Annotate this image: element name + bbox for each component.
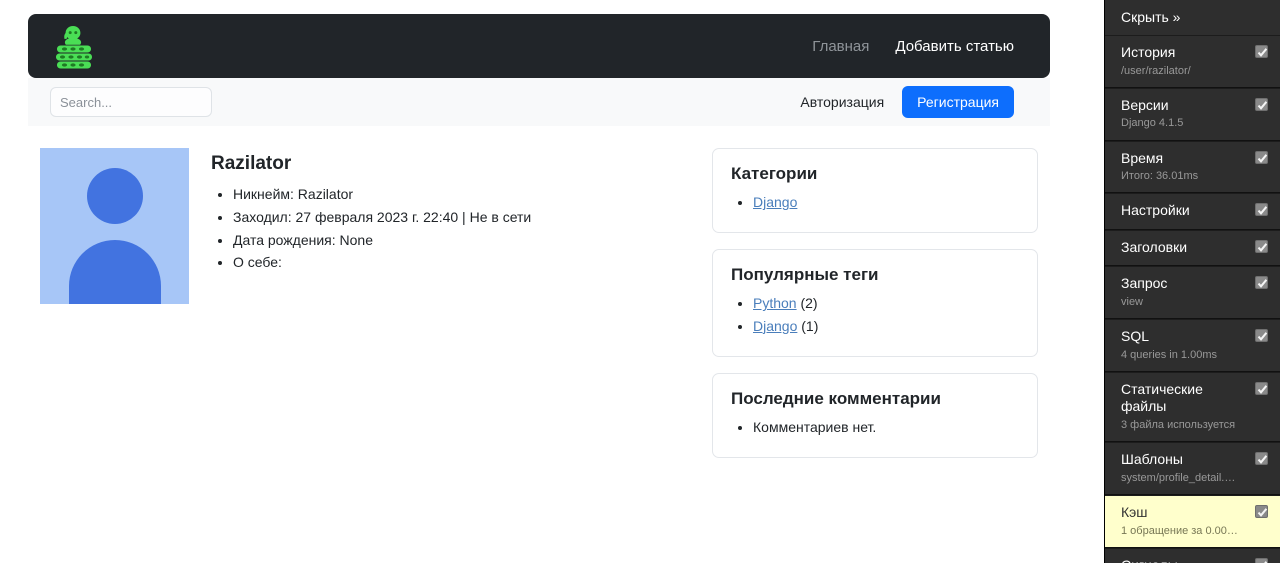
popular-tags-title: Популярные теги [731, 265, 879, 285]
tag-count-python: (2) [800, 295, 818, 312]
toolbar-panel-checkbox[interactable] [1255, 203, 1268, 217]
list-item: Никнейм: Razilator [233, 185, 531, 205]
toolbar-panel-label: Настройки [1121, 202, 1190, 219]
snake-logo-icon[interactable] [48, 20, 100, 72]
page-root: Главная Добавить статью Авторизация Реги… [0, 0, 1280, 563]
recent-comments-list: Комментариев нет. [731, 417, 1019, 437]
toolbar-panel-checkbox[interactable] [1255, 276, 1268, 290]
profile-details: Razilator Никнейм: Razilator Заходил: 27… [211, 148, 531, 474]
list-item: О себе: [233, 253, 531, 273]
profile-column: Razilator Никнейм: Razilator Заходил: 27… [28, 148, 712, 474]
nav-link-add-article[interactable]: Добавить статью [895, 38, 1014, 55]
categories-list: Django [731, 192, 1019, 212]
toolbar-panel-10[interactable]: Кэш 1 обращение за 0.00ms [1105, 495, 1280, 548]
toolbar-panel-3[interactable]: Время Итого: 36.01ms [1105, 140, 1280, 194]
toolbar-panel-label: Кэш [1121, 504, 1148, 521]
tag-count-django: (1) [801, 317, 819, 334]
toolbar-panel-sublabel: /user/razilator/ [1121, 64, 1191, 77]
toolbar-hide-button[interactable]: Скрыть » [1105, 0, 1280, 35]
avatar-head-shape [86, 168, 143, 224]
content-area: Razilator Никнейм: Razilator Заходил: 27… [28, 148, 1050, 474]
toolbar-panel-4[interactable]: Настройки [1105, 193, 1280, 230]
tag-link-django[interactable]: Django [753, 318, 797, 334]
login-link[interactable]: Авторизация [800, 94, 884, 110]
toolbar-panel-list: История/user/razilator/Версии Django 4.1.… [1105, 35, 1280, 563]
toolbar-panel-sublabel: system/profile_detail.html [1121, 471, 1246, 484]
toolbar-panel-sublabel: 1 обращение за 0.00ms [1121, 524, 1242, 537]
list-item: Django (1) [753, 316, 1019, 336]
toolbar-panel-label: Время [1121, 149, 1164, 166]
register-button[interactable]: Регистрация [902, 86, 1014, 118]
toolbar-panel-11[interactable]: Сигналы41 получатель 15 сигнала(ов) [1105, 547, 1280, 563]
search-auth-bar: Авторизация Регистрация [28, 78, 1050, 126]
toolbar-panel-label: История [1121, 44, 1176, 60]
profile-info-list: Никнейм: Razilator Заходил: 27 февраля 2… [211, 185, 531, 274]
toolbar-panel-5[interactable]: Заголовки [1105, 229, 1280, 267]
avatar-body-shape [68, 240, 161, 304]
navbar: Главная Добавить статью [28, 14, 1050, 78]
toolbar-panel-checkbox[interactable] [1255, 239, 1268, 253]
toolbar-panel-label: Заголовки [1121, 238, 1188, 255]
tag-link-python[interactable]: Python [753, 295, 797, 311]
default-user-avatar [40, 148, 189, 304]
category-link-django[interactable]: Django [753, 194, 797, 210]
django-debug-toolbar: Скрыть » История/user/razilator/Версии Dj… [1104, 0, 1280, 563]
toolbar-panel-1[interactable]: История/user/razilator/ [1105, 35, 1280, 88]
list-item: Комментариев нет. [753, 417, 1019, 437]
toolbar-panel-label: SQL [1121, 328, 1150, 345]
toolbar-panel-8[interactable]: Статические файлы 3 файла используется [1105, 371, 1280, 443]
toolbar-panel-2[interactable]: Версии Django 4.1.5 [1105, 87, 1280, 141]
list-item: Дата рождения: None [233, 231, 531, 251]
recent-comments-title: Последние комментарии [731, 388, 941, 408]
toolbar-panel-7[interactable]: SQL 4 queries in 1.00ms [1105, 319, 1280, 372]
toolbar-panel-sublabel: 4 queries in 1.00ms [1121, 348, 1217, 361]
recent-comments-card: Последние комментарии Комментариев нет. [712, 372, 1038, 459]
list-item: Python (2) [753, 293, 1019, 313]
list-item: Django [753, 192, 1019, 212]
nav-link-home[interactable]: Главная [812, 38, 869, 55]
site-container: Главная Добавить статью Авторизация Реги… [28, 14, 1050, 474]
toolbar-panel-label: Запрос [1121, 275, 1168, 292]
page-title: Razilator [211, 153, 292, 174]
toolbar-panel-label: Статические файлы [1121, 380, 1203, 415]
popular-tags-list: Python (2) Django (1) [731, 293, 1019, 336]
toolbar-panel-checkbox[interactable] [1255, 557, 1268, 563]
navbar-links: Главная Добавить статью [812, 38, 1014, 55]
popular-tags-card: Популярные теги Python (2) Django (1) [712, 249, 1038, 357]
toolbar-panel-9[interactable]: Шаблоны system/profile_detail.html [1105, 442, 1280, 496]
sidebar-column: Категории Django Популярные теги Python … [712, 148, 1038, 474]
toolbar-panel-label: Версии [1121, 96, 1169, 113]
categories-title: Категории [731, 164, 818, 183]
toolbar-panel-checkbox[interactable] [1255, 150, 1268, 164]
toolbar-panel-label: Шаблоны [1121, 451, 1183, 468]
toolbar-panel-sublabel: Django 4.1.5 [1121, 117, 1184, 130]
toolbar-panel-6[interactable]: Запрос view [1105, 266, 1280, 320]
toolbar-panel-checkbox[interactable] [1255, 329, 1268, 343]
toolbar-panel-sublabel: view [1121, 295, 1144, 308]
toolbar-panel-label: Сигналы [1121, 557, 1264, 563]
toolbar-panel-checkbox[interactable] [1255, 97, 1268, 111]
search-input[interactable] [50, 87, 212, 117]
toolbar-panel-sublabel: Итого: 36.01ms [1121, 170, 1199, 183]
toolbar-panel-checkbox[interactable] [1255, 452, 1268, 466]
toolbar-panel-checkbox[interactable] [1255, 381, 1268, 395]
categories-card: Категории Django [712, 148, 1038, 234]
list-item: Заходил: 27 февраля 2023 г. 22:40 | Не в… [233, 208, 531, 228]
auth-group: Авторизация Регистрация [800, 86, 1014, 118]
toolbar-panel-checkbox[interactable] [1255, 45, 1268, 58]
toolbar-panel-sublabel: 3 файла используется [1121, 418, 1236, 431]
toolbar-panel-checkbox[interactable] [1255, 505, 1268, 519]
